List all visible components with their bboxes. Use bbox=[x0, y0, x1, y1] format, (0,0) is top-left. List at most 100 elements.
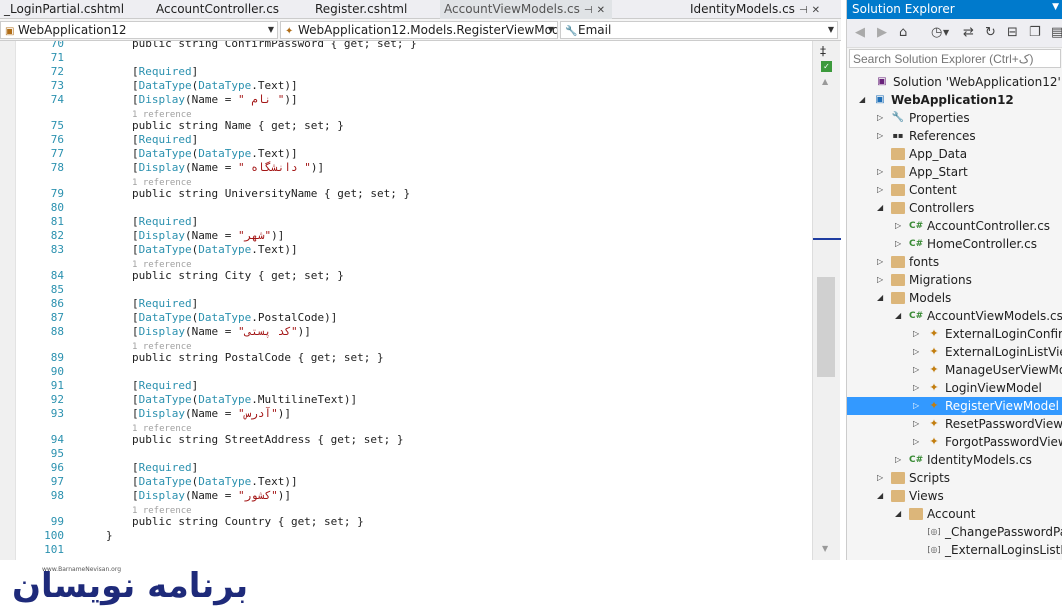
tree-node[interactable]: ▷ ✦ LoginViewModel bbox=[847, 379, 1062, 397]
pin-icon[interactable]: ⊣ bbox=[584, 5, 593, 16]
collapse-all-icon[interactable]: ⊟ bbox=[1007, 25, 1018, 40]
home-icon[interactable]: ⌂ bbox=[899, 25, 907, 40]
collapsed-arrow-icon[interactable]: ▷ bbox=[913, 433, 923, 451]
code-line: 74 [Display(Name = " نام ")] bbox=[16, 93, 812, 107]
tree-node[interactable]: ▷ App_Start bbox=[847, 163, 1062, 181]
type-token: Display bbox=[138, 407, 185, 420]
chevron-down-icon[interactable]: ▼ bbox=[1052, 2, 1059, 12]
tree-node[interactable]: ◢ Views bbox=[847, 487, 1062, 505]
scroll-down-icon[interactable]: ▼ bbox=[822, 544, 828, 553]
tree-node[interactable]: ◢ ▣ WebApplication12 bbox=[847, 91, 1062, 109]
tree-node[interactable]: ◢ C# AccountViewModels.cs bbox=[847, 307, 1062, 325]
collapsed-arrow-icon[interactable]: ▷ bbox=[913, 379, 923, 397]
code-token: public string ConfirmPassword { get; set… bbox=[132, 41, 417, 50]
line-number: 83 bbox=[50, 243, 64, 256]
expanded-arrow-icon[interactable]: ◢ bbox=[877, 487, 887, 505]
tab-2[interactable]: Register.cshtml bbox=[311, 0, 431, 19]
tree-node[interactable]: ▷ Migrations bbox=[847, 271, 1062, 289]
tree-node[interactable]: App_Data bbox=[847, 145, 1062, 163]
tree-node-label: Account bbox=[927, 507, 976, 521]
collapsed-arrow-icon[interactable]: ▷ bbox=[877, 127, 887, 145]
code-token: [ bbox=[132, 325, 139, 338]
member-dropdown[interactable]: 🔧Email ▼ bbox=[560, 21, 838, 39]
collapsed-arrow-icon[interactable]: ▷ bbox=[895, 451, 905, 469]
line-number: 98 bbox=[50, 489, 64, 502]
code-editor[interactable]: 70 public string ConfirmPassword { get; s… bbox=[16, 41, 812, 560]
line-number: 89 bbox=[50, 351, 64, 364]
tree-node[interactable]: ▷ Scripts bbox=[847, 469, 1062, 487]
back-icon[interactable]: ◀ bbox=[855, 25, 865, 40]
tab-3[interactable]: AccountViewModels.cs ⊣ ✕ bbox=[440, 0, 612, 19]
tree-node[interactable]: ▷ ✦ ExternalLoginConfirm bbox=[847, 325, 1062, 343]
tree-node[interactable]: ▷ ✦ ForgotPasswordView bbox=[847, 433, 1062, 451]
collapsed-arrow-icon[interactable]: ▷ bbox=[877, 163, 887, 181]
collapsed-arrow-icon[interactable]: ▷ bbox=[877, 253, 887, 271]
solution-explorer-search-input[interactable] bbox=[849, 49, 1061, 68]
collapsed-arrow-icon[interactable]: ▷ bbox=[895, 217, 905, 235]
tree-node[interactable]: ◢ Controllers bbox=[847, 199, 1062, 217]
tree-node[interactable]: ▷ 🔧 Properties bbox=[847, 109, 1062, 127]
tree-node[interactable]: ▷ ▪▪ References bbox=[847, 127, 1062, 145]
collapsed-arrow-icon[interactable]: ▷ bbox=[913, 415, 923, 433]
chevron-down-icon[interactable]: ▼ bbox=[943, 28, 949, 37]
tree-node-label: Views bbox=[909, 489, 944, 503]
collapsed-arrow-icon[interactable]: ▷ bbox=[895, 235, 905, 253]
code-token: )] bbox=[271, 229, 285, 242]
scrollbar-thumb[interactable] bbox=[817, 277, 835, 377]
tree-node[interactable]: ▷ Content bbox=[847, 181, 1062, 199]
tree-node-label: RegisterViewModel bbox=[945, 399, 1059, 413]
tree-node[interactable]: [◎] _ExternalLoginsListPa bbox=[847, 541, 1062, 559]
class-dropdown[interactable]: ✦ WebApplication12.Models.RegisterViewMod… bbox=[280, 21, 558, 39]
history-icon[interactable]: ◷ bbox=[931, 25, 942, 40]
tab-1[interactable]: AccountController.cs bbox=[152, 0, 302, 19]
expanded-arrow-icon[interactable]: ◢ bbox=[895, 307, 905, 325]
show-all-files-icon[interactable]: ▤ bbox=[1051, 25, 1062, 40]
collapsed-arrow-icon[interactable]: ▷ bbox=[913, 361, 923, 379]
tab-4[interactable]: IdentityModels.cs ⊣ ✕ bbox=[686, 0, 841, 19]
tab-0[interactable]: _LoginPartial.cshtml bbox=[0, 0, 140, 19]
tree-node-label: Solution 'WebApplication12' (1 pro bbox=[893, 75, 1062, 89]
collapsed-arrow-icon[interactable]: ▷ bbox=[877, 271, 887, 289]
collapsed-arrow-icon[interactable]: ▷ bbox=[913, 325, 923, 343]
editor-scrollbar[interactable]: ‡ ✓ ▲ ▼ bbox=[812, 41, 841, 560]
expanded-arrow-icon[interactable]: ◢ bbox=[877, 199, 887, 217]
close-icon[interactable]: ✕ bbox=[812, 5, 820, 16]
tree-node[interactable]: [◎] _ChangePasswordPa bbox=[847, 523, 1062, 541]
tree-node-label: ResetPasswordViewM bbox=[945, 417, 1062, 431]
type-token: Required bbox=[138, 379, 192, 392]
project-dropdown[interactable]: ▣ WebApplication12 ▼ bbox=[0, 21, 278, 39]
copy-icon[interactable]: ❐ bbox=[1029, 25, 1041, 40]
tree-node[interactable]: ▷ ✦ ResetPasswordViewM bbox=[847, 415, 1062, 433]
split-icon[interactable]: ‡ bbox=[820, 44, 826, 58]
tree-node[interactable]: ▷ C# AccountController.cs bbox=[847, 217, 1062, 235]
string-token: "کد پستی" bbox=[237, 325, 298, 338]
line-number: 87 bbox=[50, 311, 64, 324]
code-line: 98 [Display(Name = "کشور")] bbox=[16, 489, 812, 503]
tree-node[interactable]: ▷ ✦ RegisterViewModel bbox=[847, 397, 1062, 415]
expanded-arrow-icon[interactable]: ◢ bbox=[895, 505, 905, 523]
code-token: [ bbox=[132, 461, 139, 474]
pin-icon[interactable]: ⊣ bbox=[799, 5, 808, 16]
collapsed-arrow-icon[interactable]: ▷ bbox=[877, 109, 887, 127]
collapsed-arrow-icon[interactable]: ▷ bbox=[877, 469, 887, 487]
expanded-arrow-icon[interactable]: ◢ bbox=[859, 91, 869, 109]
tree-node[interactable]: ▷ fonts bbox=[847, 253, 1062, 271]
scroll-up-icon[interactable]: ▲ bbox=[822, 77, 828, 86]
close-icon[interactable]: ✕ bbox=[597, 5, 605, 16]
expanded-arrow-icon[interactable]: ◢ bbox=[877, 289, 887, 307]
sync-icon[interactable]: ⇄ bbox=[963, 25, 974, 40]
code-text: [DataType(DataType.Text)] bbox=[132, 243, 298, 257]
tree-node[interactable]: ◢ Models bbox=[847, 289, 1062, 307]
collapsed-arrow-icon[interactable]: ▷ bbox=[913, 397, 923, 415]
tree-node[interactable]: ▷ C# HomeController.cs bbox=[847, 235, 1062, 253]
tree-node[interactable]: ◢ Account bbox=[847, 505, 1062, 523]
forward-icon[interactable]: ▶ bbox=[877, 25, 887, 40]
tree-node[interactable]: ▷ C# IdentityModels.cs bbox=[847, 451, 1062, 469]
collapsed-arrow-icon[interactable]: ▷ bbox=[877, 181, 887, 199]
chevron-down-icon: ▼ bbox=[267, 25, 274, 34]
collapsed-arrow-icon[interactable]: ▷ bbox=[913, 343, 923, 361]
tree-node[interactable]: ▣ Solution 'WebApplication12' (1 pro bbox=[847, 73, 1062, 91]
refresh-icon[interactable]: ↻ bbox=[985, 25, 996, 40]
tree-node[interactable]: ▷ ✦ ExternalLoginListView bbox=[847, 343, 1062, 361]
tree-node[interactable]: ▷ ✦ ManageUserViewMo bbox=[847, 361, 1062, 379]
